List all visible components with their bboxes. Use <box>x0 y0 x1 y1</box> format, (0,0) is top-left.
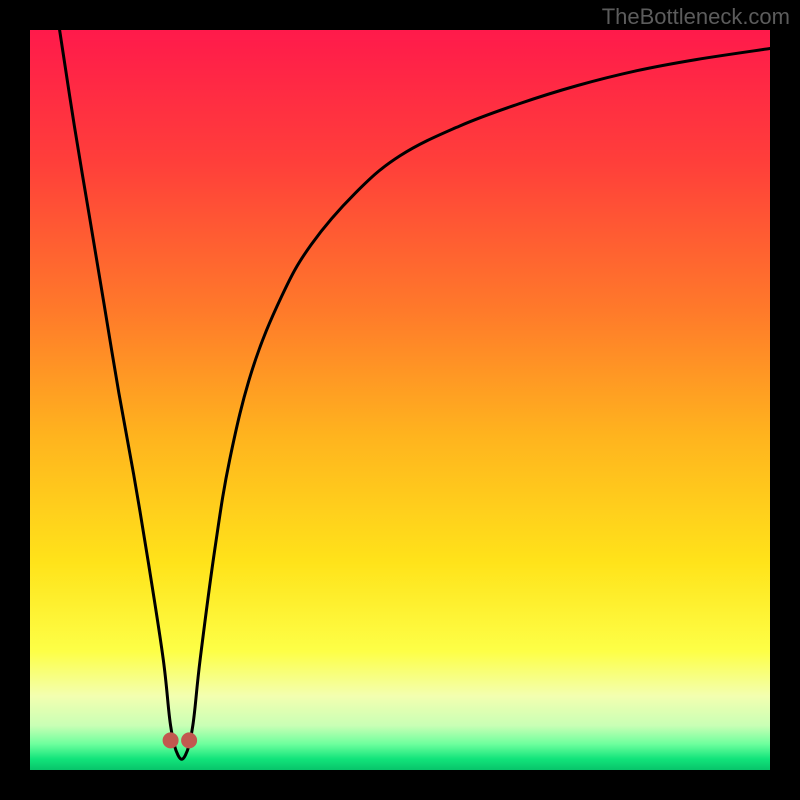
marker-min-left <box>163 732 179 748</box>
chart-svg <box>30 30 770 770</box>
marker-min-right <box>181 732 197 748</box>
plot-area <box>30 30 770 770</box>
gradient-background <box>30 30 770 770</box>
chart-frame: TheBottleneck.com <box>0 0 800 800</box>
watermark-text: TheBottleneck.com <box>602 4 790 30</box>
